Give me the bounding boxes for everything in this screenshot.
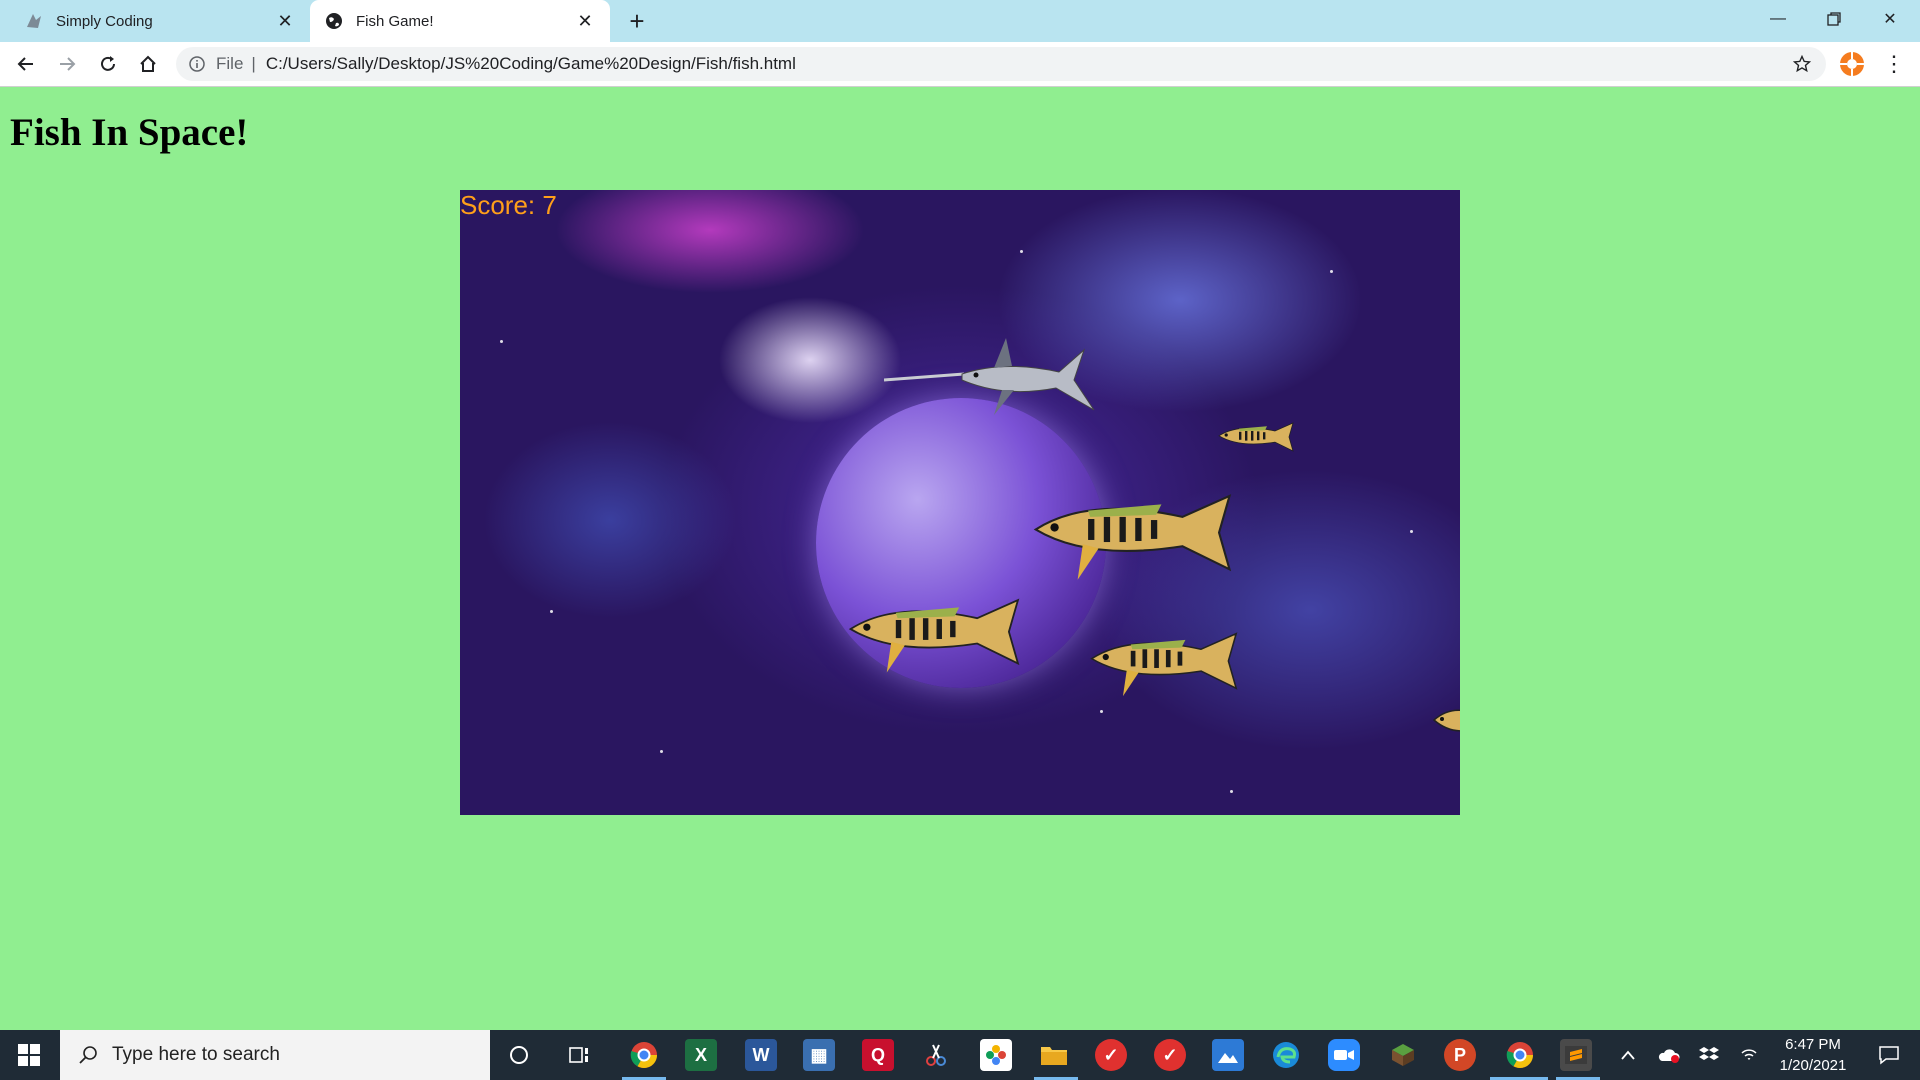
score-text: Score: 7 — [460, 190, 557, 220]
word-icon[interactable]: W — [745, 1039, 777, 1071]
tab-strip: Simply Coding ✕ Fish Game! ✕ + — ✕ — [0, 0, 1920, 42]
bookmark-star-icon[interactable] — [1792, 54, 1812, 74]
tab-fish-game[interactable]: Fish Game! ✕ — [310, 0, 610, 42]
home-icon[interactable] — [132, 48, 164, 80]
excel-icon[interactable]: X — [685, 1039, 717, 1071]
minimize-icon[interactable]: — — [1750, 0, 1806, 38]
info-icon[interactable] — [188, 55, 206, 73]
clock-date: 1/20/2021 — [1779, 1057, 1847, 1074]
game-canvas[interactable]: Score: 7 — [460, 190, 1460, 815]
chrome-icon[interactable] — [628, 1039, 660, 1071]
forward-icon[interactable] — [51, 48, 83, 80]
zoom-icon[interactable] — [1328, 1039, 1360, 1071]
windows-start-icon[interactable] — [0, 1030, 58, 1080]
quicken-icon[interactable]: Q — [862, 1039, 894, 1071]
close-window-icon[interactable]: ✕ — [1862, 0, 1918, 38]
search-placeholder: Type here to search — [112, 1044, 280, 1065]
menu-icon[interactable]: ⋮ — [1880, 50, 1908, 78]
todo-icon[interactable]: ✓ — [1095, 1039, 1127, 1071]
killifish-sprite — [1218, 422, 1294, 452]
cortana-icon[interactable] — [503, 1039, 535, 1071]
photos-icon[interactable] — [980, 1039, 1012, 1071]
powerpoint-icon[interactable]: P — [1444, 1039, 1476, 1071]
todo-icon[interactable]: ✓ — [1154, 1039, 1186, 1071]
windows-taskbar: Type here to search X W ▦ Q ✓ ✓ P 6:47 P… — [0, 1030, 1920, 1080]
globe-icon — [324, 11, 344, 31]
address-bar[interactable]: File | C:/Users/Sally/Desktop/JS%20Codin… — [176, 47, 1826, 81]
show-hidden-icons-chevron-icon[interactable] — [1616, 1030, 1640, 1080]
file-explorer-icon[interactable] — [1038, 1039, 1070, 1071]
search-icon — [78, 1045, 98, 1065]
killifish-sprite — [1033, 494, 1232, 580]
close-tab-icon[interactable]: ✕ — [574, 10, 596, 32]
killifish-sprite — [848, 598, 1020, 673]
photos-icon[interactable] — [1212, 1039, 1244, 1071]
chrome-icon[interactable] — [1504, 1039, 1536, 1071]
page-title: Fish In Space! — [10, 111, 249, 154]
taskbar-search-box[interactable]: Type here to search — [60, 1030, 490, 1080]
browser-toolbar: File | C:/Users/Sally/Desktop/JS%20Codin… — [0, 42, 1920, 87]
simply-coding-logo-icon — [24, 11, 44, 31]
clock-time: 6:47 PM — [1785, 1036, 1841, 1053]
new-tab-button[interactable]: + — [622, 6, 652, 36]
calculator-icon[interactable]: ▦ — [803, 1039, 835, 1071]
close-tab-icon[interactable]: ✕ — [274, 10, 296, 32]
tab-title: Fish Game! — [356, 12, 434, 30]
dropbox-icon[interactable] — [1694, 1030, 1724, 1080]
url-text[interactable]: C:/Users/Sally/Desktop/JS%20Coding/Game%… — [266, 54, 796, 74]
url-separator: | — [251, 54, 256, 73]
edge-icon[interactable] — [1270, 1039, 1302, 1071]
killifish-sprite — [1090, 632, 1238, 697]
minecraft-icon[interactable] — [1387, 1039, 1419, 1071]
extension-icon[interactable] — [1838, 50, 1866, 78]
sublime-icon[interactable] — [1560, 1039, 1592, 1071]
tab-title: Simply Coding — [56, 12, 153, 30]
back-icon[interactable] — [10, 48, 42, 80]
notifications-icon[interactable] — [1868, 1030, 1910, 1080]
taskbar-clock[interactable]: 6:47 PM 1/20/2021 — [1758, 1034, 1868, 1076]
snip-icon[interactable] — [920, 1039, 952, 1071]
restore-icon[interactable] — [1806, 0, 1862, 38]
reload-icon[interactable] — [92, 48, 124, 80]
swordfish-sprite — [884, 338, 1095, 415]
onedrive-icon[interactable] — [1654, 1030, 1684, 1080]
task-view-icon[interactable] — [563, 1039, 595, 1071]
killifish-sprite — [1432, 709, 1460, 732]
tab-simply-coding[interactable]: Simply Coding ✕ — [10, 0, 310, 42]
url-scheme: File — [216, 54, 244, 73]
